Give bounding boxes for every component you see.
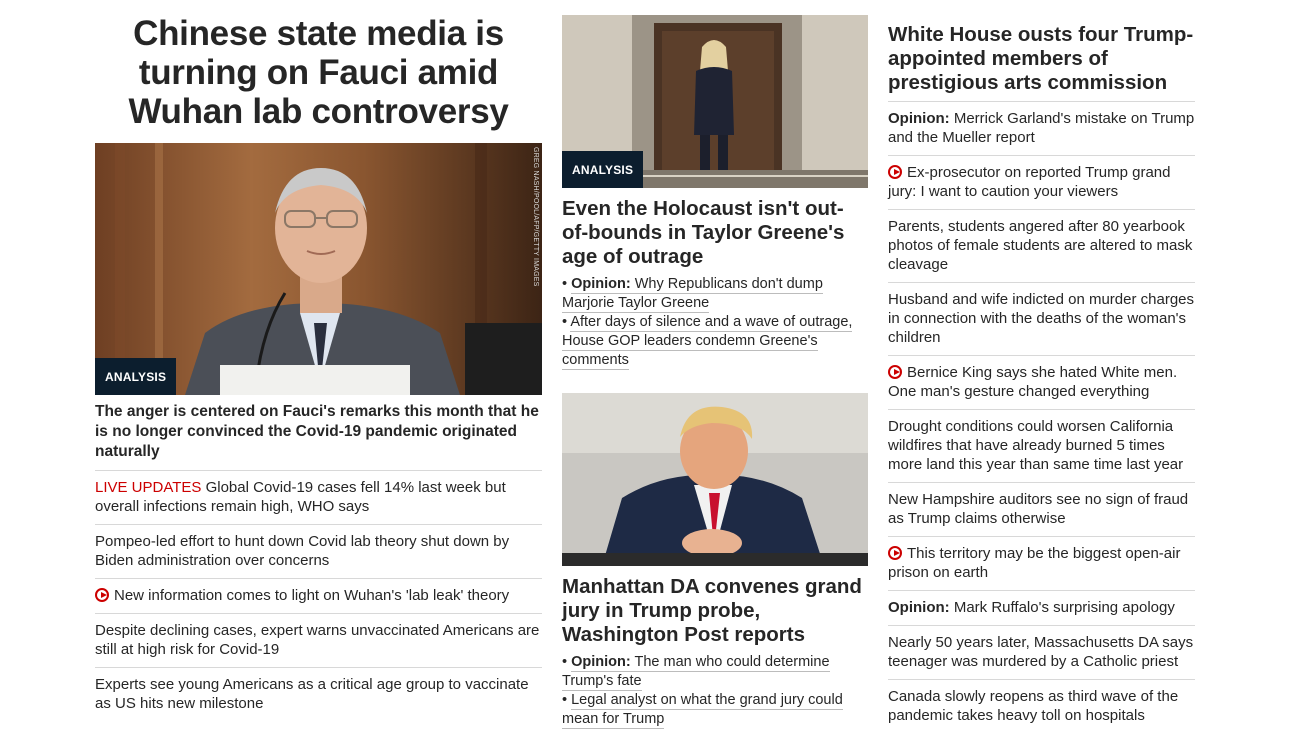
photo-credit: GREG NASH/POOL/AFP/GETTY IMAGES (532, 147, 539, 287)
list-item[interactable]: Despite declining cases, expert warns un… (95, 614, 542, 668)
list-item-text: Canada slowly reopens as third wave of t… (888, 688, 1179, 724)
list-item[interactable]: Opinion: Merrick Garland's mistake on Tr… (888, 102, 1195, 156)
left-column: Chinese state media is turning on Fauci … (95, 0, 542, 721)
fauci-photo[interactable]: ANALYSIS GREG NASH/POOL/AFP/GETTY IMAGES (95, 143, 542, 395)
live-updates-label: LIVE UPDATES (95, 479, 202, 496)
list-item-text: Pompeo-led effort to hunt down Covid lab… (95, 533, 510, 569)
opinion-link[interactable]: Opinion: The man who could determine Tru… (562, 654, 830, 691)
headline-list: Opinion: Merrick Garland's mistake on Tr… (888, 102, 1195, 733)
arts-commission-headline[interactable]: White House ousts four Trump-appointed m… (888, 23, 1195, 102)
list-item-text: Ex-prosecutor on reported Trump grand ju… (888, 164, 1171, 200)
list-item-text: New Hampshire auditors see no sign of fr… (888, 491, 1189, 527)
list-item[interactable]: LIVE UPDATES Global Covid-19 cases fell … (95, 471, 542, 525)
list-item-text: Husband and wife indicted on murder char… (888, 291, 1195, 346)
greene-headline[interactable]: Even the Holocaust isn't out-of-bounds i… (562, 197, 868, 269)
list-item-text: Nearly 50 years later, Massachusetts DA … (888, 634, 1194, 670)
bullet-item: • Opinion: The man who could determine T… (562, 654, 830, 691)
right-column: White House ousts four Trump-appointed m… (888, 0, 1195, 733)
play-circle-icon (888, 365, 902, 379)
trump-related: • Opinion: The man who could determine T… (562, 653, 868, 729)
list-item-text: Experts see young Americans as a critica… (95, 676, 529, 712)
bullet-item: • After days of silence and a wave of ou… (562, 314, 853, 370)
list-item-text: Parents, students angered after 80 yearb… (888, 218, 1193, 273)
list-item[interactable]: Opinion: Mark Ruffalo's surprising apolo… (888, 591, 1195, 626)
related-list: LIVE UPDATES Global Covid-19 cases fell … (95, 471, 542, 721)
list-item[interactable]: This territory may be the biggest open-a… (888, 537, 1195, 591)
play-circle-icon (888, 165, 902, 179)
related-link[interactable]: Legal analyst on what the grand jury cou… (562, 692, 843, 729)
lead-headline[interactable]: Chinese state media is turning on Fauci … (95, 14, 542, 131)
lead-subhead[interactable]: The anger is centered on Fauci's remarks… (95, 395, 542, 471)
list-item-text: This territory may be the biggest open-a… (888, 545, 1181, 581)
play-circle-icon (95, 588, 109, 602)
analysis-tag: ANALYSIS (562, 151, 644, 188)
opinion-link[interactable]: Opinion: Why Republicans don't dump Marj… (562, 276, 823, 313)
trump-photo-image (562, 393, 868, 566)
list-item[interactable]: Pompeo-led effort to hunt down Covid lab… (95, 525, 542, 579)
opinion-label: Opinion: (571, 276, 631, 292)
list-item[interactable]: New Hampshire auditors see no sign of fr… (888, 483, 1195, 537)
analysis-tag: ANALYSIS (95, 358, 177, 395)
play-circle-icon (888, 546, 902, 560)
list-item[interactable]: Experts see young Americans as a critica… (95, 668, 542, 721)
list-item[interactable]: Nearly 50 years later, Massachusetts DA … (888, 626, 1195, 680)
list-item-text: New information comes to light on Wuhan'… (114, 587, 510, 604)
list-item[interactable]: Ex-prosecutor on reported Trump grand ju… (888, 156, 1195, 210)
greene-related: • Opinion: Why Republicans don't dump Ma… (562, 275, 868, 370)
list-item-text: Mark Ruffalo's surprising apology (953, 599, 1175, 616)
list-item-text: Despite declining cases, expert warns un… (95, 622, 540, 658)
list-item-text: Bernice King says she hated White men. O… (888, 364, 1178, 400)
middle-column: ANALYSIS Even the Holocaust isn't out-of… (562, 0, 868, 729)
trump-photo[interactable] (562, 393, 868, 566)
bullet-item: • Legal analyst on what the grand jury c… (562, 692, 843, 729)
list-item[interactable]: Husband and wife indicted on murder char… (888, 283, 1195, 356)
list-item[interactable]: Canada slowly reopens as third wave of t… (888, 680, 1195, 733)
opinion-label: Opinion: (571, 654, 631, 670)
list-item[interactable]: Bernice King says she hated White men. O… (888, 356, 1195, 410)
opinion-label: Opinion: (888, 110, 950, 127)
list-item[interactable]: New information comes to light on Wuhan'… (95, 579, 542, 614)
trump-headline[interactable]: Manhattan DA convenes grand jury in Trum… (562, 575, 868, 647)
list-item[interactable]: Drought conditions could worsen Californ… (888, 410, 1195, 483)
bullet-item: • Opinion: Why Republicans don't dump Ma… (562, 276, 823, 313)
greene-photo[interactable]: ANALYSIS (562, 15, 868, 188)
list-item[interactable]: Parents, students angered after 80 yearb… (888, 210, 1195, 283)
related-link[interactable]: After days of silence and a wave of outr… (562, 314, 853, 370)
opinion-label: Opinion: (888, 599, 950, 616)
list-item-text: Drought conditions could worsen Californ… (888, 418, 1184, 473)
